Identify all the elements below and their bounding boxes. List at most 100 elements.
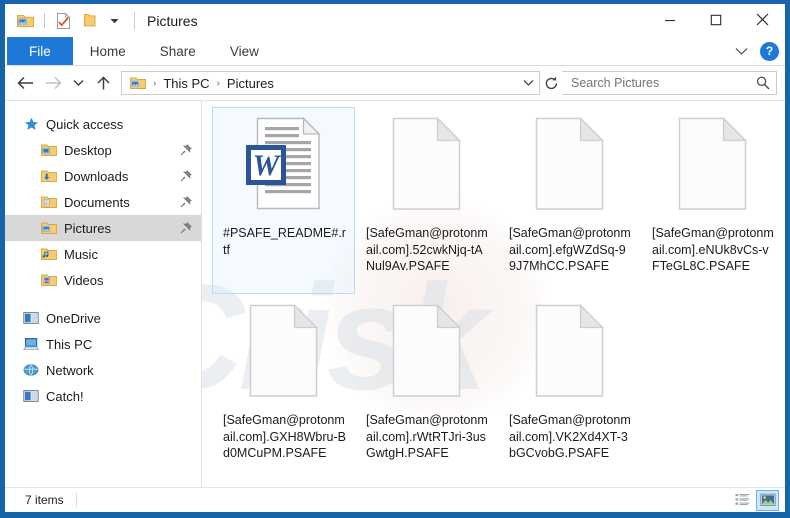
ribbon-tab-bar: File Home Share View ? (5, 37, 785, 66)
search-icon (756, 76, 770, 90)
file-grid: W #PSAFE_README#.rtf [SafeGman@protonmai… (202, 101, 785, 481)
sidebar-item-desktop[interactable]: Desktop (5, 137, 201, 163)
sidebar-label: Downloads (64, 168, 129, 184)
file-name: [SafeGman@protonmail.com].VK2Xd4XT-3bGCv… (509, 413, 631, 460)
catch-drive-icon (21, 387, 41, 405)
close-button[interactable] (739, 4, 785, 35)
tab-file[interactable]: File (7, 37, 73, 65)
file-name: [SafeGman@protonmail.com].rWtRTJri-3usGw… (366, 413, 488, 460)
word-document-icon: W (236, 115, 332, 219)
file-item[interactable]: [SafeGman@protonmail.com].eNUk8vCs-vFTeG… (641, 107, 784, 294)
blank-file-icon (522, 302, 618, 406)
file-item[interactable]: [SafeGman@protonmail.com].GXH8Wbru-Bd0MC… (212, 294, 355, 481)
svg-text:W: W (252, 149, 281, 182)
sidebar-item-downloads[interactable]: Downloads (5, 163, 201, 189)
chevron-down-icon-address[interactable] (517, 72, 539, 94)
customize-caret-icon[interactable] (106, 12, 122, 30)
breadcrumb-separator-1: › (216, 77, 220, 89)
music-folder-icon (39, 245, 59, 263)
blank-file-icon (379, 115, 475, 219)
qat-separator-1 (44, 13, 45, 28)
tab-home[interactable]: Home (73, 37, 143, 65)
details-view-button[interactable] (731, 490, 754, 511)
sidebar-label: Network (46, 362, 94, 378)
pin-icon[interactable] (179, 169, 193, 183)
breadcrumb-folder-icon (127, 72, 149, 94)
sidebar-item-network[interactable]: Network (5, 357, 201, 383)
minimize-button[interactable] (647, 4, 693, 35)
properties-icon[interactable] (54, 11, 73, 30)
new-folder-icon[interactable] (80, 11, 99, 30)
onedrive-icon (21, 309, 41, 327)
blank-file-icon (379, 302, 475, 406)
sidebar-gap-1 (5, 293, 201, 305)
address-bar-row: › This PC › Pictures (5, 66, 785, 100)
forward-button[interactable] (39, 69, 67, 97)
help-icon[interactable]: ? (760, 41, 779, 61)
quick-access-toolbar (5, 11, 122, 30)
file-name: #PSAFE_README#.rtf (223, 226, 346, 257)
tab-share[interactable]: Share (143, 37, 213, 65)
breadcrumb-item-this-pc[interactable]: This PC (160, 76, 212, 91)
file-name: [SafeGman@protonmail.com].eNUk8vCs-vFTeG… (652, 226, 774, 273)
status-bar: 7 items (5, 487, 785, 512)
search-input[interactable] (571, 76, 756, 90)
sidebar-item-catch[interactable]: Catch! (5, 383, 201, 409)
item-count-label: 7 items (5, 493, 77, 507)
window-controls (647, 4, 785, 35)
file-item[interactable]: W #PSAFE_README#.rtf (212, 107, 355, 294)
recent-locations-button[interactable] (67, 69, 89, 97)
chevron-down-icon[interactable] (731, 41, 751, 61)
this-pc-icon (21, 335, 41, 353)
back-button[interactable] (11, 69, 39, 97)
window-title: Pictures (134, 11, 198, 30)
file-name: [SafeGman@protonmail.com].GXH8Wbru-Bd0MC… (223, 413, 346, 460)
sidebar-label: This PC (46, 336, 93, 352)
desktop-folder-icon (39, 141, 59, 159)
search-box[interactable] (562, 71, 777, 95)
sidebar-label: Music (64, 246, 98, 262)
pictures-folder-icon[interactable] (16, 11, 35, 30)
sidebar-item-onedrive[interactable]: OneDrive (5, 305, 201, 331)
title-bar: Pictures (5, 4, 785, 37)
sidebar-label: Desktop (64, 142, 112, 158)
file-list-pane[interactable]: PCrisk (202, 101, 785, 487)
file-item[interactable]: [SafeGman@protonmail.com].efgWZdSq-99J7M… (498, 107, 641, 294)
sidebar-item-music[interactable]: Music (5, 241, 201, 267)
pictures-folder-icon (39, 219, 59, 237)
up-button[interactable] (89, 69, 117, 97)
blank-file-icon (236, 302, 332, 406)
sidebar-item-videos[interactable]: Videos (5, 267, 201, 293)
file-item[interactable]: [SafeGman@protonmail.com].52cwkNjq-tANul… (355, 107, 498, 294)
navigation-pane: Quick access Desktop Downloads Documents… (5, 101, 202, 487)
sidebar-label: Videos (64, 272, 104, 288)
sidebar-label: Catch! (46, 388, 84, 404)
address-bar[interactable]: › This PC › Pictures (121, 71, 540, 95)
window-inner: Pictures File Home Share View ? › This P… (5, 4, 785, 512)
explorer-body: Quick access Desktop Downloads Documents… (5, 100, 785, 487)
pin-icon[interactable] (179, 143, 193, 157)
pin-icon[interactable] (179, 221, 193, 235)
view-toggle-group (731, 489, 779, 511)
ribbon-right-controls: ? (731, 37, 779, 65)
tab-view[interactable]: View (213, 37, 276, 65)
pin-icon[interactable] (179, 195, 193, 209)
maximize-button[interactable] (693, 4, 739, 35)
sidebar-item-pictures[interactable]: Pictures (5, 215, 201, 241)
blank-file-icon (522, 115, 618, 219)
file-item[interactable]: [SafeGman@protonmail.com].rWtRTJri-3usGw… (355, 294, 498, 481)
sidebar-label: OneDrive (46, 310, 101, 326)
refresh-button[interactable] (540, 69, 562, 97)
file-name: [SafeGman@protonmail.com].efgWZdSq-99J7M… (509, 226, 631, 273)
large-icons-view-button[interactable] (756, 489, 779, 511)
file-item[interactable]: [SafeGman@protonmail.com].VK2Xd4XT-3bGCv… (498, 294, 641, 481)
file-name: [SafeGman@protonmail.com].52cwkNjq-tANul… (366, 226, 488, 273)
sidebar-item-quick-access[interactable]: Quick access (5, 111, 201, 137)
sidebar-item-documents[interactable]: Documents (5, 189, 201, 215)
sidebar-item-this-pc[interactable]: This PC (5, 331, 201, 357)
sidebar-label: Quick access (46, 116, 124, 132)
breadcrumb-item-pictures[interactable]: Pictures (224, 76, 277, 91)
explorer-window: Pictures File Home Share View ? › This P… (0, 0, 790, 518)
videos-folder-icon (39, 271, 59, 289)
sidebar-label: Pictures (64, 220, 111, 236)
